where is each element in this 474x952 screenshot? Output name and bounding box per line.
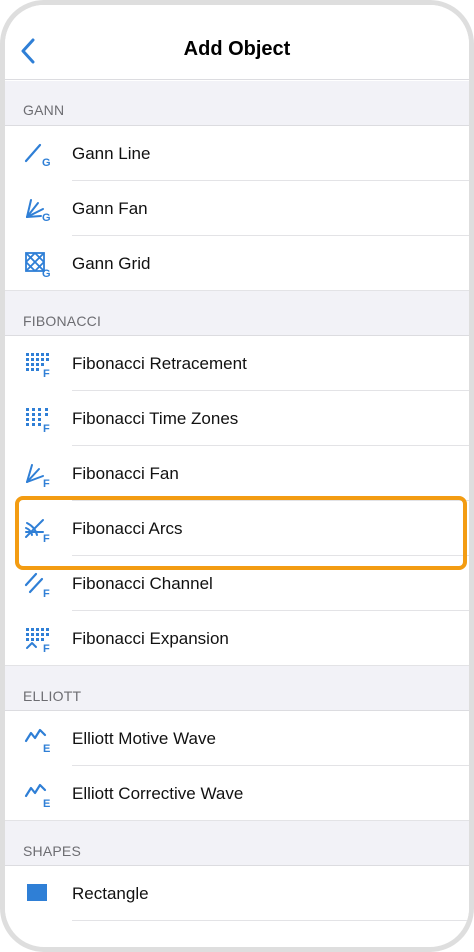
svg-text:G: G <box>42 212 51 223</box>
list-item-fibonacci-time-zones[interactable]: F Fibonacci Time Zones <box>5 391 469 446</box>
list-item-label: Fibonacci Expansion <box>72 629 229 648</box>
svg-text:F: F <box>43 423 50 433</box>
list-item-elliott-corrective-wave[interactable]: E Elliott Corrective Wave <box>5 766 469 821</box>
list-item-label: Elliott Motive Wave <box>72 729 216 748</box>
svg-text:F: F <box>43 478 50 488</box>
elliott-corrective-wave-icon: E <box>24 783 50 808</box>
list-item-fibonacci-fan[interactable]: F Fibonacci Fan <box>5 446 469 501</box>
fibonacci-expansion-icon: F <box>26 628 50 653</box>
list-item-gann-grid[interactable]: G Gann Grid <box>5 236 469 291</box>
phone-frame: Add Object GANN G Gann Line G Gann Fan G… <box>0 0 474 952</box>
section-header-fibonacci: FIBONACCI <box>5 291 469 336</box>
list-item-fibonacci-retracement[interactable]: F Fibonacci Retracement <box>5 336 469 391</box>
svg-text:F: F <box>43 533 50 543</box>
svg-text:F: F <box>43 588 50 598</box>
list-item-label: Fibonacci Fan <box>72 464 179 483</box>
list-item-fibonacci-channel[interactable]: F Fibonacci Channel <box>5 556 469 611</box>
fibonacci-arcs-icon: F <box>25 519 50 543</box>
list-item-label: Fibonacci Channel <box>72 574 213 593</box>
fibonacci-channel-icon: F <box>24 572 50 598</box>
section-header-shapes: SHAPES <box>5 821 469 866</box>
list-item-label: Fibonacci Arcs <box>72 519 183 538</box>
fibonacci-time-zones-icon: F <box>26 408 50 433</box>
list-item-label: Fibonacci Retracement <box>72 354 247 373</box>
list-item-label: Gann Grid <box>72 254 151 273</box>
section-header-elliott: ELLIOTT <box>5 666 469 711</box>
list-item-gann-line[interactable]: G Gann Line <box>5 126 469 181</box>
svg-text:G: G <box>42 268 51 278</box>
svg-text:F: F <box>43 368 50 378</box>
rectangle-icon <box>27 884 47 901</box>
object-list: GANN G Gann Line G Gann Fan G Gann Grid … <box>5 81 469 921</box>
list-item-label: Elliott Corrective Wave <box>72 784 244 803</box>
list-item-gann-fan[interactable]: G Gann Fan <box>5 181 469 236</box>
list-item-label: Rectangle <box>72 884 149 903</box>
list-item-fibonacci-arcs[interactable]: F Fibonacci Arcs <box>5 501 469 556</box>
fibonacci-retracement-icon: F <box>26 353 50 378</box>
list-item-label: Gann Fan <box>72 199 148 218</box>
section-header-gann: GANN <box>5 81 469 126</box>
navigation-bar: Add Object <box>5 5 469 80</box>
svg-text:E: E <box>43 798 50 808</box>
gann-fan-icon: G <box>26 199 51 223</box>
elliott-motive-wave-icon: E <box>24 728 50 753</box>
svg-text:F: F <box>43 643 50 653</box>
fibonacci-fan-icon: F <box>26 464 50 488</box>
gann-grid-icon: G <box>25 252 51 278</box>
svg-text:E: E <box>43 743 50 753</box>
list-item-elliott-motive-wave[interactable]: E Elliott Motive Wave <box>5 711 469 766</box>
svg-text:G: G <box>42 157 51 168</box>
list-item-label: Gann Line <box>72 144 151 163</box>
list-item-label: Fibonacci Time Zones <box>72 409 239 428</box>
list-item-rectangle[interactable]: Rectangle <box>5 866 469 921</box>
gann-line-icon: G <box>24 143 51 168</box>
list-item-fibonacci-expansion[interactable]: F Fibonacci Expansion <box>5 611 469 666</box>
page-title: Add Object <box>183 38 291 60</box>
